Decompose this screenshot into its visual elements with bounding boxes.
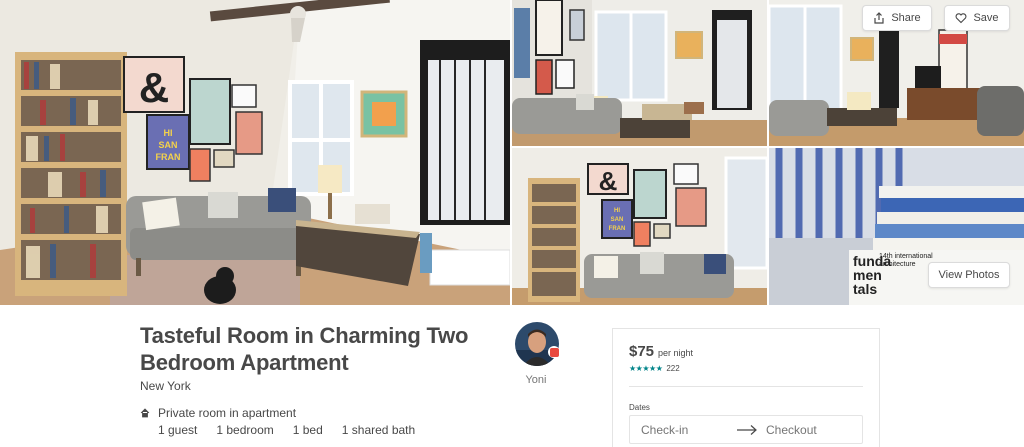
avatar[interactable] (515, 322, 559, 366)
checkin-input[interactable]: Check-in (641, 423, 688, 437)
svg-text:FRAN: FRAN (156, 152, 181, 162)
svg-text:HI: HI (614, 208, 620, 214)
card-divider (629, 386, 863, 387)
nightly-price: $75 (629, 343, 655, 360)
photo-main[interactable]: & HI SAN FRAN (0, 0, 510, 305)
save-button[interactable]: Save (944, 5, 1010, 31)
spec-bedrooms: 1 bedroom (216, 423, 274, 437)
superhost-badge (548, 346, 560, 358)
svg-text:SAN: SAN (158, 140, 177, 150)
save-label: Save (973, 12, 999, 24)
photo-bottom-left[interactable]: & HI SAN FRAN (512, 148, 767, 305)
per-night-label: per night (658, 348, 694, 358)
listing-title: Tasteful Room in Charming Two Bedroom Ap… (140, 323, 469, 375)
room-type-row: Private room in apartment (140, 406, 296, 420)
share-button[interactable]: Share (862, 5, 932, 31)
checkout-input[interactable]: Checkout (766, 423, 817, 437)
svg-text:HI: HI (164, 128, 173, 138)
listing-location[interactable]: New York (140, 379, 191, 393)
host-name[interactable]: Yoni (514, 374, 558, 386)
rating-row[interactable]: ★★★★★ 222 (629, 364, 680, 373)
share-icon (874, 12, 884, 24)
svg-text:FRAN: FRAN (609, 226, 626, 232)
host-avatar-block[interactable] (514, 322, 560, 366)
room-type-label: Private room in apartment (158, 406, 297, 420)
booking-card: $75 per night ★★★★★ 222 Dates Check-in C… (612, 328, 880, 447)
spec-baths: 1 shared bath (341, 423, 416, 437)
spec-beds: 1 bed (292, 423, 323, 437)
review-count: 222 (666, 364, 680, 373)
dates-label: Dates (629, 403, 650, 412)
arrow-right-icon (737, 424, 757, 435)
price-row: $75 per night (629, 343, 693, 360)
svg-text:tals: tals (853, 281, 877, 297)
listing-specs: 1 guest 1 bedroom 1 bed 1 shared bath (158, 423, 415, 437)
photo-top-left[interactable] (512, 0, 767, 146)
home-icon (140, 408, 150, 418)
svg-text:SAN: SAN (611, 217, 624, 223)
view-photos-button[interactable]: View Photos (928, 262, 1010, 288)
dates-field[interactable]: Check-in Checkout (629, 415, 863, 444)
photo-gallery: & HI SAN FRAN & HI SAN FRAN 14th interna… (0, 0, 1024, 305)
heart-icon (955, 13, 967, 24)
poster-ampersand: & (139, 64, 169, 111)
spec-guests: 1 guest (158, 423, 198, 437)
svg-text:&: & (599, 166, 618, 196)
star-rating: ★★★★★ (629, 364, 663, 373)
share-label: Share (891, 12, 921, 24)
